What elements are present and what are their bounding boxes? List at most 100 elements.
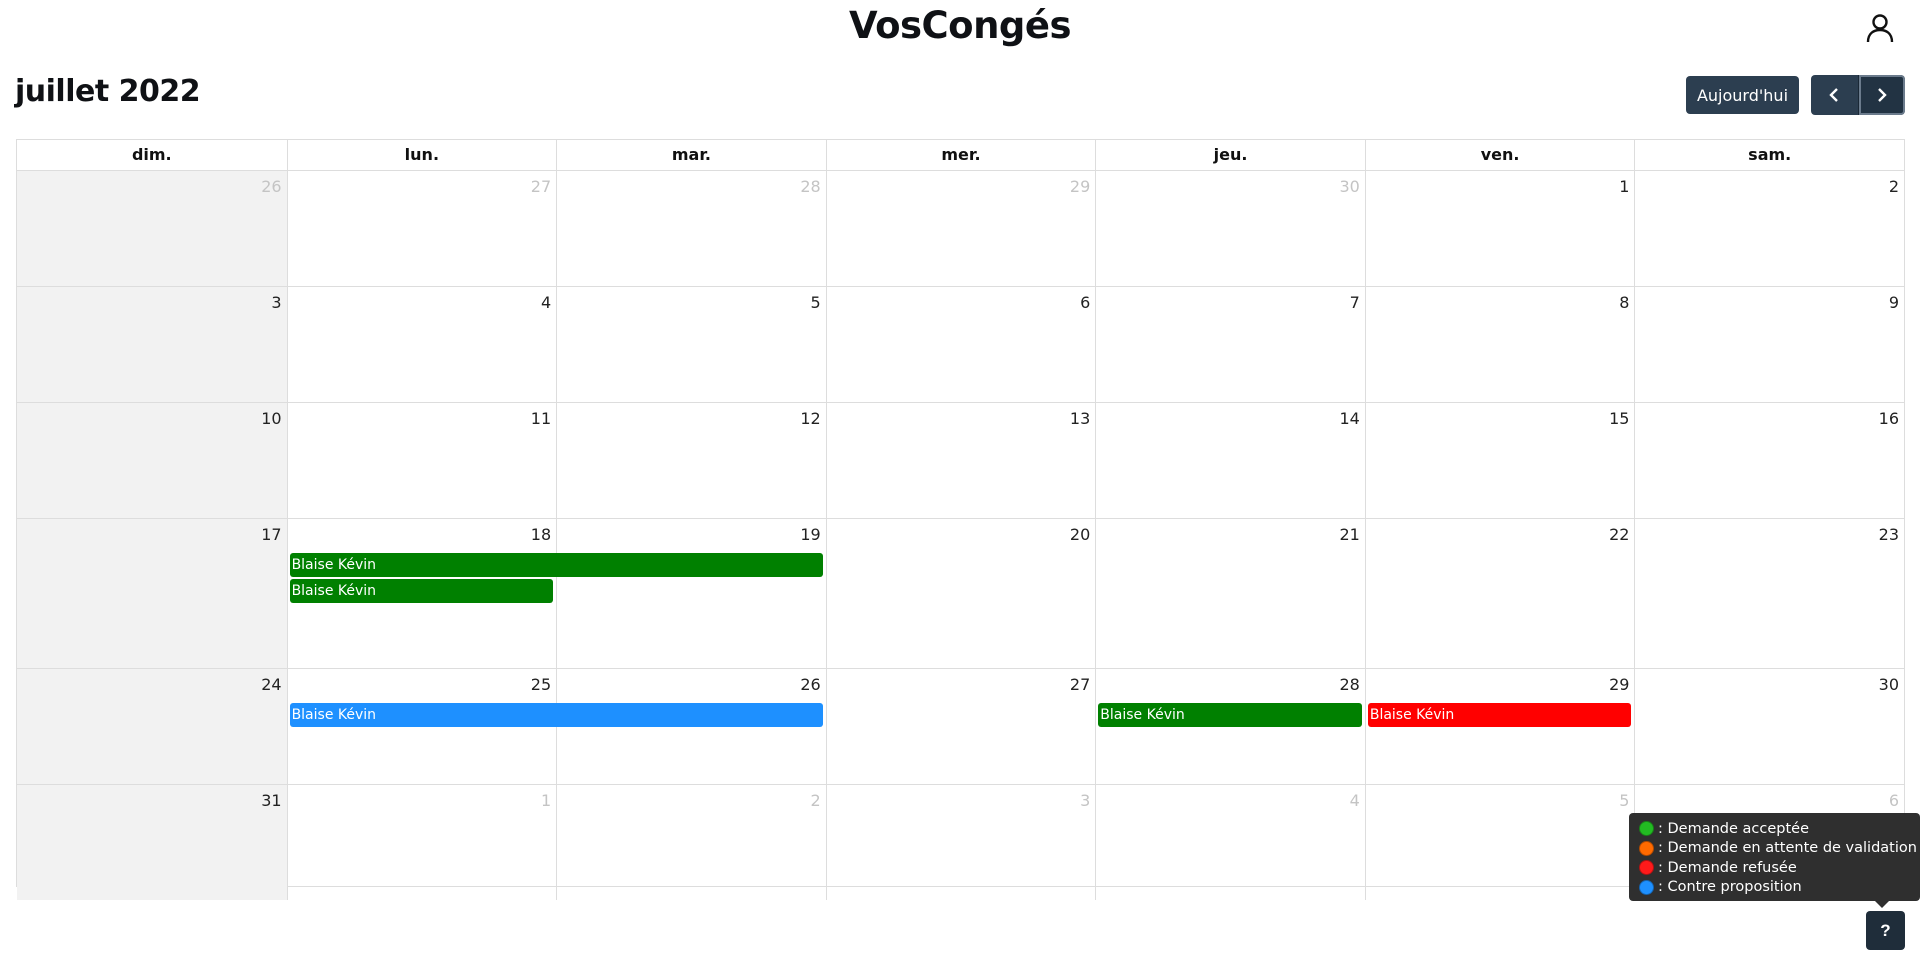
day-cell[interactable]: 20: [825, 519, 1096, 668]
day-cell[interactable]: 17: [17, 519, 287, 668]
day-cell[interactable]: 1: [1364, 171, 1635, 286]
weekday-label: dim.: [131, 145, 172, 164]
day-cell[interactable]: 10: [17, 403, 287, 518]
legend-label: : Demande refusée: [1658, 859, 1797, 876]
day-cell[interactable]: 7: [1095, 287, 1365, 402]
day-number: 11: [530, 409, 552, 428]
day-cell[interactable]: 2: [556, 785, 826, 900]
day-cell[interactable]: 23: [1634, 519, 1904, 668]
status-dot-icon: [1639, 840, 1654, 856]
day-number: 1: [1619, 177, 1630, 196]
day-number: 13: [1069, 409, 1091, 428]
day-number: 18: [530, 525, 552, 544]
day-number: 3: [271, 293, 282, 312]
day-number: 26: [800, 675, 821, 694]
day-cell[interactable]: 13: [825, 403, 1096, 518]
status-legend-tooltip: : Demande acceptée: Demande en attente d…: [1629, 813, 1920, 901]
day-cell[interactable]: 29: [825, 171, 1096, 286]
day-number: 7: [1349, 293, 1360, 312]
day-number: 8: [1619, 293, 1630, 312]
day-number: 27: [530, 177, 552, 196]
day-cell[interactable]: 3: [825, 785, 1096, 900]
day-cell[interactable]: 22: [1364, 519, 1635, 668]
status-dot-icon: [1639, 821, 1654, 837]
day-number: 4: [1349, 791, 1360, 810]
day-number: 12: [800, 409, 821, 428]
day-cell[interactable]: 5: [556, 287, 826, 402]
day-cell[interactable]: 26: [17, 171, 287, 286]
day-cell[interactable]: 30: [1095, 171, 1365, 286]
day-cell[interactable]: 16: [1634, 403, 1904, 518]
calendar-week: 26 27 28 29 30 1 2: [17, 171, 1904, 287]
next-month-button[interactable]: [1858, 75, 1905, 115]
day-number: 30: [1878, 675, 1899, 694]
day-number: 21: [1339, 525, 1360, 544]
day-number: 27: [1069, 675, 1091, 694]
day-number: 6: [1888, 791, 1899, 810]
day-number: 30: [1339, 177, 1360, 196]
day-cell[interactable]: 12: [556, 403, 826, 518]
leave-event[interactable]: Blaise Kévin: [289, 553, 823, 577]
legend-item: : Contre proposition: [1639, 878, 1910, 898]
leave-event[interactable]: Blaise Kévin: [289, 579, 554, 603]
weekday-label: sam.: [1634, 140, 1904, 170]
day-cell[interactable]: 8: [1364, 287, 1635, 402]
day-cell[interactable]: 27: [825, 669, 1096, 784]
app-title: VosCongés: [848, 4, 1072, 47]
day-number: 24: [261, 675, 282, 694]
previous-month-button[interactable]: [1811, 75, 1859, 115]
calendar-week: 24 25 26 27 28 29 30 Blaise Kévin Blaise Kévin Bl…: [17, 669, 1904, 785]
day-number: 3: [1080, 791, 1091, 810]
month-title: juillet 2022: [15, 74, 201, 109]
day-cell[interactable]: 2: [1634, 171, 1904, 286]
day-cell[interactable]: 15: [1364, 403, 1635, 518]
day-cell[interactable]: 11: [286, 403, 557, 518]
day-number: 6: [1080, 293, 1091, 312]
day-number: 20: [1069, 525, 1091, 544]
weekday-header: dim. lun. mar. mer. jeu. ven. sam.: [17, 140, 1904, 171]
day-number: 5: [810, 293, 821, 312]
day-number: 10: [261, 409, 282, 428]
day-cell[interactable]: 3: [17, 287, 287, 402]
day-number: 4: [540, 293, 552, 312]
day-cell[interactable]: 5: [1364, 785, 1635, 900]
month-navigation: [1811, 75, 1905, 115]
day-number: 2: [810, 791, 821, 810]
day-cell[interactable]: 4: [1095, 785, 1365, 900]
day-cell[interactable]: 31: [17, 785, 287, 900]
day-cell[interactable]: 19: [556, 519, 826, 668]
day-number: 25: [530, 675, 552, 694]
day-number: 2: [1888, 177, 1899, 196]
calendar-week: 3 4 5 6 7 8 9: [17, 287, 1904, 403]
day-cell[interactable]: 24: [17, 669, 287, 784]
day-number: 29: [1069, 177, 1091, 196]
day-cell[interactable]: 30: [1634, 669, 1904, 784]
help-button[interactable]: ?: [1866, 911, 1905, 950]
day-number: 5: [1619, 791, 1630, 810]
weekday-label: mar.: [556, 140, 826, 170]
weekday-label: lun.: [286, 140, 557, 170]
month-calendar: dim. lun. mar. mer. jeu. ven. sam. 26 27 2…: [16, 139, 1905, 900]
day-cell[interactable]: 9: [1634, 287, 1904, 402]
user-account-button[interactable]: [1862, 10, 1898, 46]
day-number: 17: [261, 525, 282, 544]
day-number: 23: [1878, 525, 1899, 544]
day-number: 16: [1878, 409, 1899, 428]
day-number: 9: [1888, 293, 1899, 312]
day-cell[interactable]: 6: [825, 287, 1096, 402]
day-cell[interactable]: 1: [286, 785, 557, 900]
calendar-week: 10 11 12 13 14 15 16: [17, 403, 1904, 519]
day-number: 22: [1609, 525, 1630, 544]
day-cell[interactable]: 14: [1095, 403, 1365, 518]
today-button[interactable]: Aujourd'hui: [1686, 76, 1799, 114]
day-number: 14: [1339, 409, 1360, 428]
day-cell[interactable]: 28: [556, 171, 826, 286]
day-cell[interactable]: 4: [286, 287, 557, 402]
day-cell[interactable]: 27: [286, 171, 557, 286]
day-number: 28: [1339, 675, 1360, 694]
leave-event[interactable]: Blaise Kévin: [1367, 703, 1632, 727]
day-cell[interactable]: 21: [1095, 519, 1365, 668]
leave-event[interactable]: Blaise Kévin: [289, 703, 823, 727]
legend-label: : Contre proposition: [1658, 879, 1802, 896]
leave-event[interactable]: Blaise Kévin: [1098, 703, 1362, 727]
